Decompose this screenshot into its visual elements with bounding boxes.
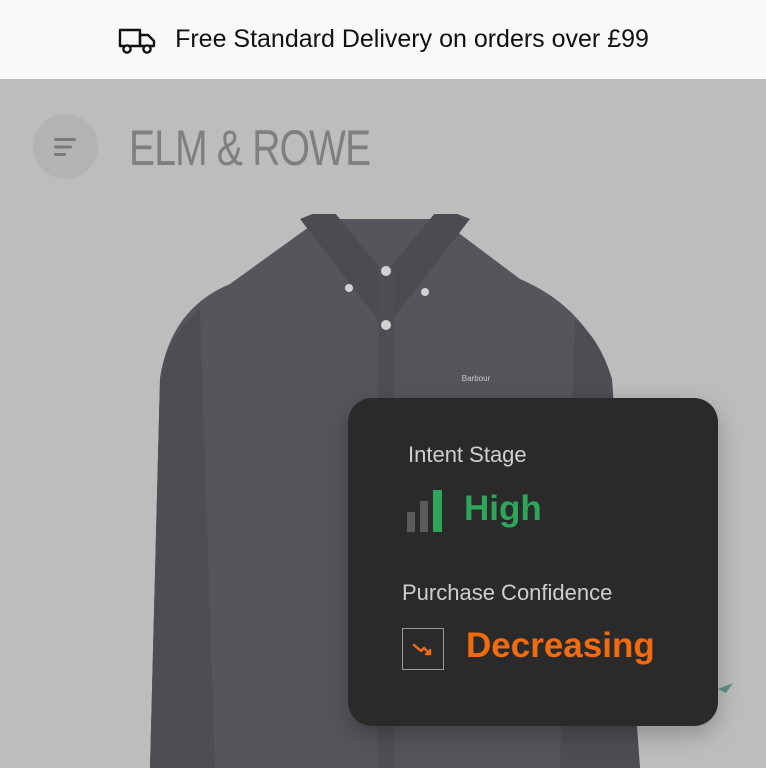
brand-logo[interactable]: ELM & ROWE	[129, 119, 371, 177]
purchase-confidence-label: Purchase Confidence	[402, 580, 613, 605]
trend-down-icon	[412, 643, 432, 656]
truck-icon	[117, 24, 157, 56]
trend-down-icon-frame	[402, 628, 444, 670]
insight-card: Intent Stage High Purchase Confidence De…	[348, 398, 718, 726]
intent-stage-label: Intent Stage	[408, 442, 527, 467]
purchase-confidence-value: Decreasing	[466, 626, 655, 665]
announcement-text: Free Standard Delivery on orders over £9…	[175, 25, 649, 53]
shirt-brand-mark: Barbour	[462, 374, 491, 383]
intent-stage-value: High	[464, 489, 542, 528]
menu-icon	[53, 137, 76, 156]
site-header: ELM & ROWE	[0, 79, 766, 214]
menu-button[interactable]	[33, 114, 98, 179]
announcement-bar: Free Standard Delivery on orders over £9…	[0, 0, 766, 79]
signal-bars-icon	[407, 490, 442, 532]
